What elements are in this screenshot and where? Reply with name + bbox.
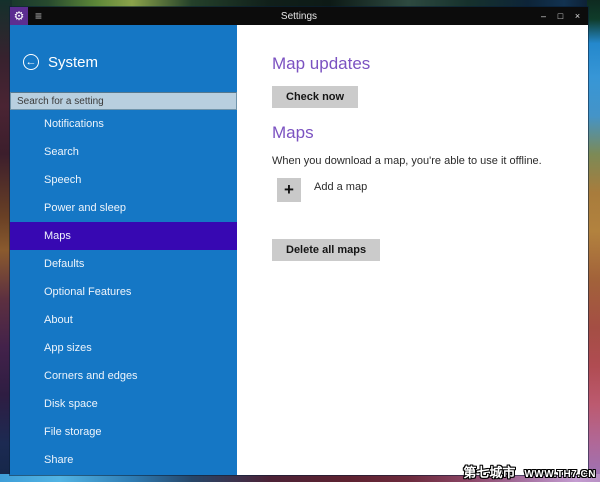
maps-description: When you download a map, you're able to … [272, 154, 542, 167]
close-button[interactable]: × [569, 7, 586, 25]
add-map-label: Add a map [314, 180, 368, 193]
main-content: Map updates Check now Maps When you down… [237, 25, 588, 475]
section-title-maps: Maps [272, 123, 314, 143]
sidebar-item-corners-and-edges[interactable]: Corners and edges [10, 362, 237, 390]
search-input[interactable] [10, 92, 237, 110]
sidebar-item-share[interactable]: Share [10, 446, 237, 474]
minimize-button[interactable]: – [535, 7, 552, 25]
sidebar-item-disk-space[interactable]: Disk space [10, 390, 237, 418]
section-title-map-updates: Map updates [272, 54, 371, 73]
gear-icon: ⚙ [13, 9, 25, 23]
sidebar-item-file-storage[interactable]: File storage [10, 418, 237, 446]
back-arrow-icon: ← [25, 55, 37, 68]
sidebar-item-about[interactable]: About [10, 306, 237, 334]
settings-app-icon: ⚙ [10, 7, 28, 25]
sidebar-item-maps[interactable]: Maps [10, 222, 237, 250]
watermark-site-name: 第七城市 [463, 465, 516, 480]
sidebar-item-notifications[interactable]: Notifications [10, 110, 237, 138]
sidebar-item-optional-features[interactable]: Optional Features [10, 278, 237, 306]
watermark-site-url: WWW.TH7.CN [524, 469, 596, 480]
settings-window: ⚙ ≡ Settings – □ × ← System Notification… [10, 7, 588, 475]
back-button[interactable]: ← [23, 54, 39, 70]
maximize-button[interactable]: □ [552, 7, 569, 25]
caption-buttons: – □ × [535, 7, 588, 25]
plus-icon: + [277, 177, 301, 202]
sidebar: ← System NotificationsSearchSpeechPower … [10, 25, 237, 475]
hamburger-menu-icon[interactable]: ≡ [35, 10, 42, 22]
wallpaper-strip-right [587, 0, 600, 482]
delete-all-maps-button[interactable]: Delete all maps [272, 238, 381, 261]
add-map-button[interactable]: + Add a map [272, 177, 568, 202]
desktop-wallpaper: ⚙ ≡ Settings – □ × ← System Notification… [0, 0, 600, 482]
check-now-button[interactable]: Check now [272, 86, 359, 109]
titlebar: ⚙ ≡ Settings – □ × [10, 7, 588, 25]
sidebar-item-app-sizes[interactable]: App sizes [10, 334, 237, 362]
sidebar-item-speech[interactable]: Speech [10, 166, 237, 194]
window-body: ← System NotificationsSearchSpeechPower … [10, 25, 588, 475]
page-title: System [48, 53, 99, 71]
sidebar-item-defaults[interactable]: Defaults [10, 250, 237, 278]
window-title: Settings [280, 10, 318, 22]
sidebar-item-search[interactable]: Search [10, 138, 237, 166]
sidebar-nav: Notifications Search Speech Power and sleep… [10, 110, 237, 474]
sidebar-item-power-and-sleep[interactable]: Power and sleep [10, 194, 237, 222]
sidebar-header: ← System [23, 53, 237, 71]
watermark: 第七城市 WWW.TH7.CN [463, 462, 596, 481]
